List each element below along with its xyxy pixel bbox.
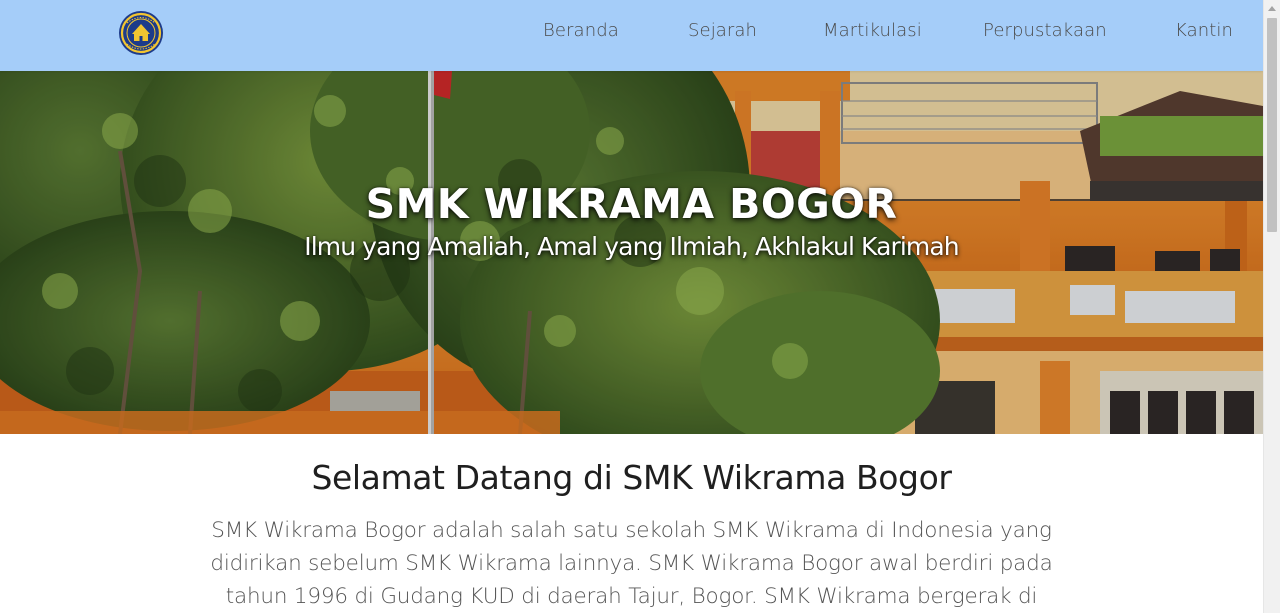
- intro-line: didirikan sebelum SMK Wikrama lainnya. S…: [210, 551, 1053, 576]
- nav-link-perpustakaan[interactable]: Perpustakaan: [983, 20, 1107, 41]
- main-nav: Beranda Sejarah Martikulasi Perpustakaan…: [0, 0, 1263, 64]
- intro-paragraph: SMK Wikrama Bogor adalah salah satu seko…: [190, 514, 1073, 613]
- scroll-up-arrow-icon[interactable]: [1268, 6, 1276, 11]
- hero-tagline: Ilmu yang Amaliah, Amal yang Ilmiah, Akh…: [304, 232, 959, 261]
- intro-line: SMK Wikrama Bogor adalah salah satu seko…: [211, 518, 1052, 543]
- welcome-heading: Selamat Datang di SMK Wikrama Bogor: [311, 458, 952, 497]
- hero-title: SMK WIKRAMA BOGOR: [365, 180, 898, 228]
- nav-link-beranda[interactable]: Beranda: [543, 20, 619, 41]
- hero-banner: SMK WIKRAMA BOGOR Ilmu yang Amaliah, Ama…: [0, 71, 1263, 434]
- page: Beranda Sejarah Martikulasi Perpustakaan…: [0, 0, 1263, 613]
- top-navbar: Beranda Sejarah Martikulasi Perpustakaan…: [0, 0, 1263, 71]
- vertical-scrollbar[interactable]: [1263, 0, 1280, 613]
- nav-link-sejarah[interactable]: Sejarah: [688, 20, 757, 41]
- intro-line: tahun 1996 di Gudang KUD di daerah Tajur…: [225, 584, 1038, 609]
- scrollbar-thumb[interactable]: [1267, 18, 1277, 232]
- nav-link-kantin[interactable]: Kantin: [1175, 20, 1233, 41]
- nav-link-martikulasi[interactable]: Martikulasi: [823, 20, 922, 41]
